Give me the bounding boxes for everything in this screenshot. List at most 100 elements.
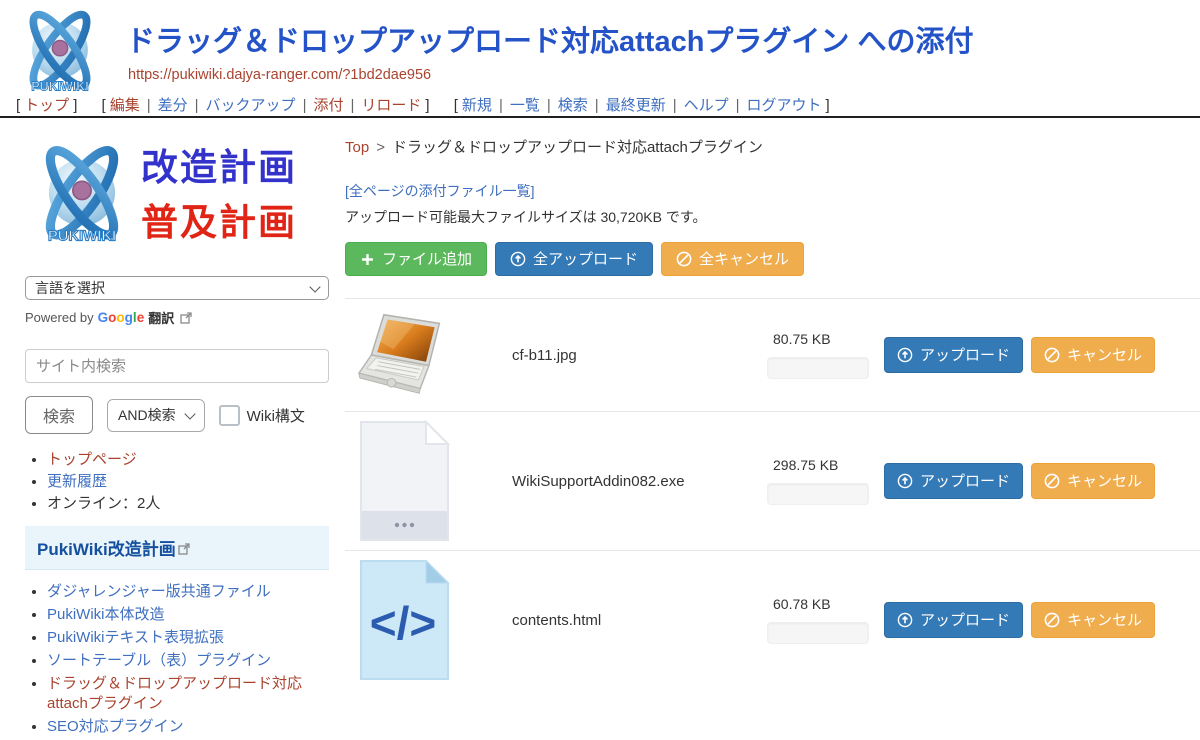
atom-icon: PUKIWIKI (12, 4, 108, 100)
bracket: ] (73, 97, 77, 114)
upload-progress-bar (767, 622, 869, 644)
separator: | (736, 97, 740, 114)
nav-item-edit[interactable]: 編集 (110, 97, 140, 114)
circle-slash-icon (676, 251, 692, 267)
sidebar-item-top-page[interactable]: トップページ (47, 451, 137, 468)
nav-item-help[interactable]: ヘルプ (684, 97, 729, 114)
sidebar-logo-text: 改造計画 普及計画 (141, 140, 297, 251)
sidebar-menu-links: ダジャレンジャー版共通ファイル PukiWiki本体改造 PukiWikiテキス… (25, 582, 329, 737)
file-size: 80.75 KB (773, 331, 884, 347)
cancel-button[interactable]: キャンセル (1031, 602, 1155, 638)
list-item: ダジャレンジャー版共通ファイル (47, 582, 329, 602)
separator: | (595, 97, 599, 114)
upload-progress-bar (767, 483, 869, 505)
bracket: [ (454, 97, 458, 114)
sidebar-item-recent-changes[interactable]: 更新履歴 (47, 473, 107, 490)
upload-label: アップロード (920, 348, 1010, 363)
upload-label: アップロード (920, 613, 1010, 628)
file-name: cf-b11.jpg (462, 347, 767, 364)
upload-all-button[interactable]: 全アップロード (495, 242, 653, 276)
sidebar-item-common-files[interactable]: ダジャレンジャー版共通ファイル (47, 583, 271, 600)
cancel-button[interactable]: キャンセル (1031, 337, 1155, 373)
all-attachments-link[interactable]: [全ページの添付ファイル一覧] (345, 181, 535, 201)
file-size: 60.78 KB (773, 596, 884, 612)
cancel-all-button[interactable]: 全キャンセル (661, 242, 804, 276)
nav-item-attach[interactable]: 添付 (313, 97, 343, 114)
separator: | (147, 97, 151, 114)
nav-item-reload[interactable]: リロード (361, 97, 421, 114)
sidebar-item-sort-table[interactable]: ソートテーブル（表）プラグイン (47, 652, 271, 669)
file-thumbnail (357, 312, 462, 398)
sidebar-logo[interactable]: PUKIWIKI 改造計画 普及計画 (25, 130, 329, 260)
separator: | (303, 97, 307, 114)
sidebar-panel-title-link[interactable]: PukiWiki改造計画 (37, 540, 176, 559)
sidebar-item-seo-plugin[interactable]: SEO対応プラグイン (47, 718, 184, 735)
sidebar-panel: PukiWiki改造計画 (25, 526, 329, 570)
list-item: ドラッグ＆ドロップアップロード対応attachプラグイン (47, 674, 329, 714)
nav-item-logout[interactable]: ログアウト (747, 97, 822, 114)
nav-item-recent[interactable]: 最終更新 (606, 97, 666, 114)
list-item: PukiWiki本体改造 (47, 605, 329, 625)
sidebar-item-core-mods[interactable]: PukiWiki本体改造 (47, 606, 165, 623)
search-input[interactable] (25, 349, 329, 383)
circle-arrow-up-icon (897, 347, 913, 363)
list-item: PukiWikiテキスト表現拡張 (47, 628, 329, 648)
file-size-cell: 298.75 KB (767, 457, 884, 505)
separator: | (350, 97, 354, 114)
file-name: WikiSupportAddin082.exe (462, 473, 767, 490)
wiki-syntax-checkbox[interactable] (219, 405, 240, 426)
upload-toolbar: ファイル追加 全アップロード 全キャンセル (345, 242, 1200, 276)
pukiwiki-logo[interactable]: PUKIWIKI (12, 4, 108, 98)
sidebar-quick-links: トップページ 更新履歴 オンライン：2人 (25, 450, 329, 514)
bracket: [ (16, 97, 20, 114)
sidebar-item-text-extension[interactable]: PukiWikiテキスト表現拡張 (47, 629, 224, 646)
separator: | (547, 97, 551, 114)
circle-slash-icon (1044, 612, 1060, 628)
bracket: [ (102, 97, 106, 114)
nav-group-site: [新規|一覧|検索|最終更新|ヘルプ|ログアウト] (450, 97, 834, 114)
language-select[interactable]: 言語を選択 (25, 276, 329, 300)
nav-item-list[interactable]: 一覧 (510, 97, 540, 114)
file-thumbnail (357, 420, 462, 542)
circle-arrow-up-icon (897, 612, 913, 628)
nav-item-new[interactable]: 新規 (462, 97, 492, 114)
main-content: Top>ドラッグ＆ドロップアップロード対応attachプラグイン [全ページの添… (345, 130, 1200, 689)
list-item: SEO対応プラグイン (47, 717, 329, 737)
logo-slogan-line2: 普及計画 (141, 195, 297, 251)
powered-by-text: Powered by (25, 310, 94, 325)
nav-item-search[interactable]: 検索 (558, 97, 588, 114)
upload-button[interactable]: アップロード (884, 337, 1023, 373)
google-logo: Google (98, 310, 145, 325)
search-button[interactable]: 検索 (25, 396, 93, 434)
translate-link[interactable]: 翻訳 (148, 308, 174, 327)
nav-item-diff[interactable]: 差分 (158, 97, 188, 114)
list-item: オンライン：2人 (47, 494, 329, 514)
upload-all-label: 全アップロード (533, 252, 638, 267)
max-upload-size-text: アップロード可能最大ファイルサイズは 30,720KB です。 (345, 207, 1200, 227)
plus-icon (360, 252, 375, 267)
logo-wordmark: PUKIWIKI (31, 79, 89, 93)
sidebar: PUKIWIKI 改造計画 普及計画 言語を選択 Powered by Goog… (25, 130, 329, 740)
page-url-link[interactable]: https://pukiwiki.dajya-ranger.com/?1bd2d… (128, 67, 431, 83)
breadcrumb-home-link[interactable]: Top (345, 139, 369, 156)
file-size-cell: 60.78 KB (767, 596, 884, 644)
nav-item-backup[interactable]: バックアップ (206, 97, 296, 114)
upload-button[interactable]: アップロード (884, 602, 1023, 638)
circle-arrow-up-icon (510, 251, 526, 267)
search-mode-select[interactable]: AND検索 (107, 399, 205, 432)
file-row-actions: アップロード キャンセル (884, 463, 1155, 499)
breadcrumb: Top>ドラッグ＆ドロップアップロード対応attachプラグイン (345, 136, 1200, 157)
file-row: cf-b11.jpg 80.75 KB アップロード キャンセル (345, 298, 1200, 411)
add-files-button[interactable]: ファイル追加 (345, 242, 487, 276)
breadcrumb-separator: > (376, 139, 385, 156)
cancel-button[interactable]: キャンセル (1031, 463, 1155, 499)
upload-label: アップロード (920, 474, 1010, 489)
circle-slash-icon (1044, 473, 1060, 489)
sidebar-item-dnd-attach-plugin[interactable]: ドラッグ＆ドロップアップロード対応attachプラグイン (47, 675, 302, 712)
separator: | (673, 97, 677, 114)
online-count: オンライン：2人 (47, 495, 160, 512)
upload-button[interactable]: アップロード (884, 463, 1023, 499)
search-mode-value: AND検索 (118, 405, 176, 425)
separator: | (499, 97, 503, 114)
nav-item-top[interactable]: トップ (24, 97, 69, 114)
